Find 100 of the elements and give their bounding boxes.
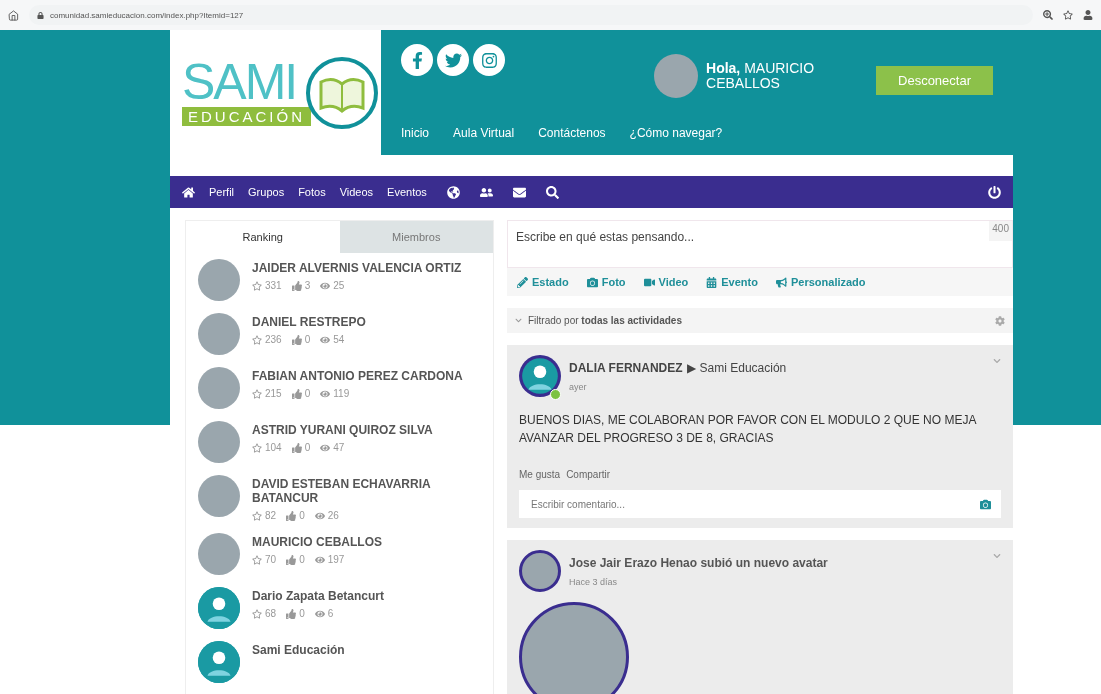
thumbs-up-icon: [286, 510, 297, 521]
home-icon[interactable]: [182, 185, 195, 199]
instagram-icon[interactable]: [473, 44, 505, 76]
arrow-glyph: ▶: [686, 361, 696, 375]
points-count: 236: [265, 334, 282, 345]
member-name[interactable]: MAURICIO CEBALLOS: [252, 535, 382, 549]
people-icon[interactable]: [479, 185, 493, 199]
likes-count: 0: [299, 608, 305, 619]
facebook-icon[interactable]: [401, 44, 433, 76]
nav-link[interactable]: Perfil: [209, 186, 235, 198]
member-name[interactable]: DAVID ESTEBAN ECHAVARRIA BATANCUR: [252, 477, 481, 505]
pencil-icon: [517, 276, 528, 288]
star-icon: [252, 334, 262, 345]
calendar-icon: [706, 276, 718, 288]
member-name[interactable]: Sami Educación: [252, 643, 345, 657]
points-count: 82: [265, 510, 277, 521]
twitter-icon[interactable]: [437, 44, 469, 76]
zoom-icon[interactable]: [1043, 10, 1053, 20]
character-counter: 400: [989, 221, 1012, 241]
camera-icon: [586, 276, 598, 288]
views-count: 119: [333, 388, 350, 399]
star-icon: [252, 510, 262, 521]
home-icon[interactable]: [8, 9, 19, 21]
points-count: 70: [265, 554, 277, 565]
post-type-link[interactable]: Estado: [517, 276, 569, 288]
nav-link[interactable]: Fotos: [298, 186, 326, 198]
comment-field[interactable]: Escribir comentario...: [519, 490, 1001, 518]
nav-link[interactable]: Grupos: [248, 186, 285, 198]
likes-count: 3: [304, 280, 311, 291]
likes-count: 0: [304, 334, 311, 345]
post-type-link[interactable]: Video: [643, 276, 689, 288]
video-icon: [643, 276, 655, 288]
member-name[interactable]: DANIEL RESTREPO: [252, 315, 366, 329]
likes-count: 0: [299, 510, 305, 521]
post-action-link[interactable]: Compartir: [566, 469, 611, 480]
views-count: 26: [327, 510, 339, 521]
thumbs-up-icon: [286, 554, 297, 565]
post-type-link[interactable]: Evento: [706, 276, 758, 288]
star-icon: [252, 442, 262, 453]
thumbs-up-icon: [291, 388, 302, 399]
points-count: 215: [265, 388, 282, 399]
views-count: 6: [327, 608, 334, 619]
member-name[interactable]: ASTRID YURANI QUIROZ SILVA: [252, 423, 433, 437]
nav-link[interactable]: Videos: [339, 186, 374, 198]
author-name[interactable]: DALIA FERNANDEZ: [569, 361, 683, 375]
envelope-icon[interactable]: [512, 185, 526, 199]
photo-placeholder: [654, 54, 698, 98]
thumbs-up-icon: [291, 280, 302, 291]
post-type-link[interactable]: Foto: [586, 276, 626, 288]
nav-link[interactable]: Aula Virtual: [453, 126, 515, 140]
power-icon[interactable]: [988, 185, 1001, 199]
logo-subtitle: EDUCACIÓN: [182, 106, 311, 126]
star-icon: [252, 280, 262, 291]
member-name[interactable]: FABIAN ANTONIO PEREZ CARDONA: [252, 369, 463, 383]
greeting-text: Hola, MAURICIO CEBALLOS: [706, 60, 816, 92]
eye-icon: [320, 334, 331, 345]
lock-icon: [37, 11, 44, 19]
points-count: 331: [265, 280, 282, 291]
star-icon: [252, 388, 262, 399]
likes-count: 0: [299, 554, 305, 565]
nav-link[interactable]: Eventos: [387, 186, 427, 198]
nav-link[interactable]: Inicio: [401, 126, 430, 140]
post-body: BUENOS DIAS, ME COLABORAN POR FAVOR CON EL MODULO 2 QUE NO MEJA AVANZAR DEL PROGRESO 3 DE 8, GRACIAS: [519, 412, 978, 447]
eye-icon: [320, 280, 331, 291]
points-count: 68: [265, 608, 277, 619]
thumbs-up-icon: [291, 334, 302, 345]
points-count: 104: [265, 442, 282, 453]
search-icon[interactable]: [545, 185, 559, 199]
star-icon[interactable]: [1063, 10, 1073, 20]
target-name[interactable]: Sami Educación: [699, 361, 787, 375]
megaphone-icon: [775, 276, 787, 288]
eye-icon: [320, 442, 331, 453]
thumbs-up-icon: [286, 608, 297, 619]
member-name[interactable]: Dario Zapata Betancurt: [252, 589, 385, 603]
globe-icon[interactable]: [446, 185, 460, 199]
nav-link[interactable]: ¿Cómo navegar?: [629, 126, 723, 140]
thumbs-up-icon: [291, 442, 302, 453]
member-name[interactable]: JAIDER ALVERNIS VALENCIA ORTIZ: [252, 261, 462, 275]
eye-icon: [320, 388, 331, 399]
post-action-link[interactable]: Me gusta: [519, 469, 561, 480]
views-count: 47: [333, 442, 345, 453]
star-icon: [252, 554, 262, 565]
camera-icon[interactable]: [980, 498, 991, 510]
filter-text[interactable]: Filtrado por todas las actividades: [528, 315, 682, 326]
nav-link[interactable]: Contáctenos: [538, 126, 606, 140]
views-count: 25: [333, 280, 345, 291]
views-count: 197: [327, 554, 345, 565]
eye-icon: [314, 608, 325, 619]
address-bar[interactable]: comunidad.samieducacion.com/index.php?Itemid=127: [29, 5, 1033, 25]
post-headline: Jose Jair Erazo Henao subió un nuevo avatar: [569, 556, 828, 570]
post-type-link[interactable]: Personalizado: [775, 276, 866, 288]
tab[interactable]: Miembros: [339, 221, 493, 253]
likes-count: 0: [304, 388, 311, 399]
post-time: Hace 3 días: [569, 577, 619, 587]
views-count: 54: [333, 334, 345, 345]
logo-title: SAMI: [182, 59, 297, 107]
eye-icon: [314, 554, 325, 565]
likes-count: 0: [304, 442, 311, 453]
star-icon: [252, 608, 262, 619]
eye-icon: [314, 510, 325, 521]
